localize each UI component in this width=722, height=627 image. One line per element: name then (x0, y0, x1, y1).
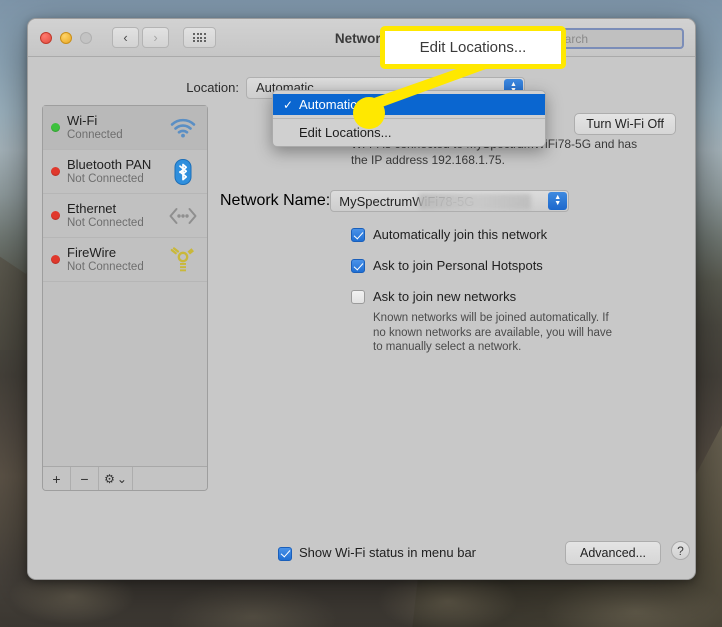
location-dropdown-menu: ✓ Automatic Edit Locations... (272, 90, 546, 147)
network-name-popup-button[interactable]: MySpectrumWiFi78-5G ▲ ▼ (330, 190, 570, 212)
menu-item-edit-locations-label: Edit Locations... (299, 125, 392, 140)
chevron-down-icon: ⌄ (116, 471, 127, 486)
desktop-background: ‹ › Network Search Location: Automatic ▲… (0, 0, 722, 627)
service-list: Wi-Fi Connected Bluetooth PAN Not Connec… (43, 106, 207, 466)
bluetooth-icon (168, 157, 198, 187)
sidebar-toolbar: + − ⚙ ⌄ (43, 466, 207, 490)
navigation-buttons: ‹ › (112, 27, 169, 48)
checkbox-auto-join-label: Automatically join this network (373, 227, 548, 242)
service-status: Not Connected (67, 173, 144, 185)
menu-item-edit-locations[interactable]: Edit Locations... (273, 122, 545, 143)
checkbox-menu-bar-status-box[interactable] (278, 546, 292, 561)
checkbox-new-networks-box[interactable] (351, 290, 365, 304)
turn-wifi-off-button[interactable]: Turn Wi-Fi Off (574, 113, 676, 135)
service-text: Bluetooth PAN Not Connected (67, 157, 161, 186)
show-all-button[interactable] (183, 27, 216, 48)
service-text: Wi-Fi Connected (67, 113, 161, 142)
wifi-icon (168, 113, 198, 143)
sidebar-item-wifi[interactable]: Wi-Fi Connected (43, 106, 207, 150)
chevron-updown-icon: ▲▼ (548, 192, 568, 210)
close-button-icon[interactable] (40, 31, 52, 44)
new-networks-helper-text: Known networks will be joined automatica… (373, 312, 613, 353)
service-actions-button[interactable]: ⚙ ⌄ (99, 467, 133, 490)
checkbox-auto-join[interactable]: Automatically join this network (351, 227, 681, 243)
window-titlebar: ‹ › Network Search (28, 19, 695, 57)
remove-service-button[interactable]: − (71, 467, 99, 490)
checkmark-icon: ✓ (283, 97, 294, 112)
question-mark-icon: ? (677, 543, 684, 558)
checkbox-new-networks-label: Ask to join new networks (373, 289, 517, 304)
callout-text: Edit Locations... (419, 39, 527, 56)
sidebar-item-ethernet[interactable]: Ethernet Not Connected (43, 194, 207, 238)
sidebar-item-firewire[interactable]: FireWire Not Connected (43, 238, 207, 282)
advanced-button[interactable]: Advanced... (565, 541, 662, 565)
sidebar-item-bluetooth-pan[interactable]: Bluetooth PAN Not Connected (43, 150, 207, 194)
minimize-button-icon[interactable] (60, 31, 72, 44)
back-button[interactable]: ‹ (112, 27, 139, 48)
status-dot-disconnected (51, 211, 60, 220)
zoom-button-icon (80, 31, 92, 44)
checkbox-new-networks[interactable]: Ask to join new networks (351, 289, 681, 305)
status-dot-connected (51, 123, 60, 132)
service-name: FireWire (67, 245, 117, 260)
network-name-row: Network Name: MySpectrumWiFi78-5G ▲ ▼ (220, 190, 681, 212)
checkbox-personal-hotspots[interactable]: Ask to join Personal Hotspots (351, 258, 681, 274)
grid-view-icon (193, 32, 206, 43)
service-status: Not Connected (67, 217, 144, 229)
gear-icon: ⚙ (104, 471, 115, 486)
forward-button[interactable]: › (142, 27, 169, 48)
network-preferences-window: ‹ › Network Search Location: Automatic ▲… (27, 18, 696, 580)
detail-pane: Status: Connected Turn Wi-Fi Off Wi-Fi i… (220, 105, 681, 491)
service-status: Connected (67, 129, 123, 141)
checkbox-personal-hotspots-box[interactable] (351, 259, 365, 273)
help-button[interactable]: ? (671, 541, 690, 560)
traffic-light-group (40, 31, 92, 44)
chevron-left-icon: ‹ (123, 30, 128, 45)
callout-box: Edit Locations... (380, 26, 566, 69)
ethernet-icon (168, 201, 198, 231)
menu-item-automatic[interactable]: ✓ Automatic (273, 94, 545, 115)
checkbox-menu-bar-status-label: Show Wi-Fi status in menu bar (299, 545, 477, 560)
service-name: Bluetooth PAN (67, 157, 152, 172)
sidebar-toolbar-filler (133, 467, 207, 490)
network-name-label: Network Name: (220, 192, 331, 209)
checkbox-personal-hotspots-label: Ask to join Personal Hotspots (373, 258, 543, 273)
service-status: Not Connected (67, 261, 144, 273)
firewire-icon (168, 245, 198, 275)
menu-item-automatic-label: Automatic (299, 97, 357, 112)
chevron-right-icon: › (153, 30, 158, 45)
status-dot-disconnected (51, 255, 60, 264)
location-label: Location: (186, 80, 239, 95)
service-name: Wi-Fi (67, 113, 98, 128)
bottom-bar: Show Wi-Fi status in menu bar Advanced..… (28, 505, 695, 579)
service-text: FireWire Not Connected (67, 245, 161, 274)
menu-separator (273, 118, 545, 119)
status-dot-disconnected (51, 167, 60, 176)
service-name: Ethernet (67, 201, 117, 216)
panes-container: Wi-Fi Connected Bluetooth PAN Not Connec… (28, 105, 695, 491)
plus-icon: + (52, 470, 61, 487)
checkbox-menu-bar-status[interactable]: Show Wi-Fi status in menu bar (278, 545, 476, 561)
service-list-sidebar: Wi-Fi Connected Bluetooth PAN Not Connec… (42, 105, 208, 491)
redaction-blur-overlay (419, 194, 532, 210)
add-service-button[interactable]: + (43, 467, 71, 490)
service-text: Ethernet Not Connected (67, 201, 161, 230)
checkbox-auto-join-box[interactable] (351, 228, 365, 242)
minus-icon: − (80, 470, 89, 487)
